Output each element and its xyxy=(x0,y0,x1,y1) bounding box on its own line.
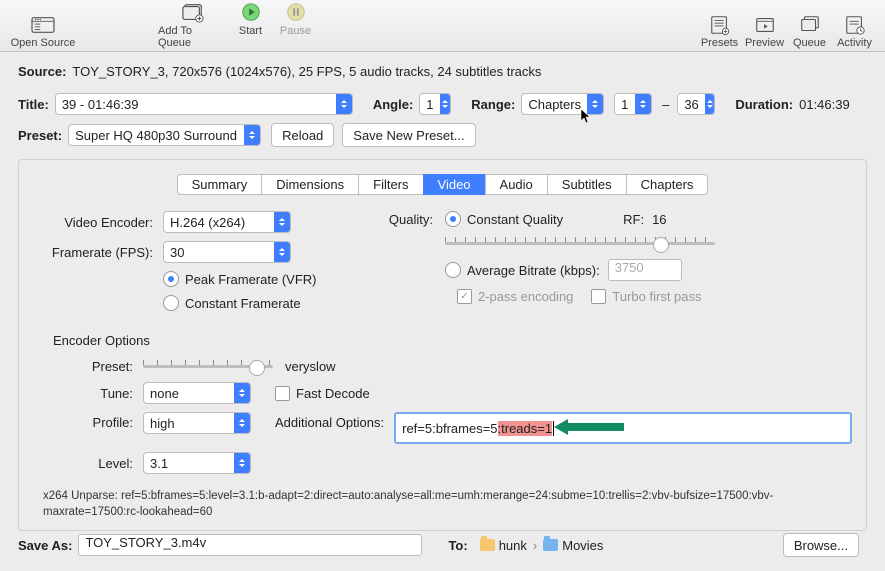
tab-filters[interactable]: Filters xyxy=(358,174,423,195)
peak-framerate-label: Peak Framerate (VFR) xyxy=(185,272,316,287)
level-select[interactable]: 3.1 xyxy=(143,452,251,474)
range-label: Range: xyxy=(471,97,515,112)
open-source-button[interactable]: Open Source xyxy=(8,14,78,49)
additional-options-input[interactable]: ref=5:bframes=5:treads=1 xyxy=(394,412,852,444)
video-encoder-label: Video Encoder: xyxy=(33,215,153,230)
pause-label: Pause xyxy=(280,25,311,37)
two-pass-label: 2-pass encoding xyxy=(478,289,573,304)
open-source-label: Open Source xyxy=(11,37,76,49)
range-type-select[interactable]: Chapters xyxy=(521,93,604,115)
tab-chapters[interactable]: Chapters xyxy=(626,174,709,195)
folder-home-icon xyxy=(480,539,495,551)
path-sep: › xyxy=(533,538,537,553)
angle-label: Angle: xyxy=(373,97,413,112)
title-select[interactable]: 39 - 01:46:39 xyxy=(55,93,353,115)
video-encoder-select[interactable]: H.264 (x264) xyxy=(163,211,291,233)
enc-preset-slider[interactable] xyxy=(143,358,273,374)
source-label: Source: xyxy=(18,64,66,79)
tabs: Summary Dimensions Filters Video Audio S… xyxy=(33,174,852,195)
preset-label: Preset: xyxy=(18,128,62,143)
add-to-queue-button[interactable]: Add To Queue xyxy=(158,2,228,49)
x264-unparse: x264 Unparse: ref=5:bframes=5:level=3.1:… xyxy=(33,488,852,520)
save-as-input[interactable]: TOY_STORY_3.m4v xyxy=(78,534,422,556)
tab-audio[interactable]: Audio xyxy=(485,174,548,195)
preset-select[interactable]: Super HQ 480p30 Surround xyxy=(68,124,261,146)
folder-movies-icon xyxy=(543,539,558,551)
constant-framerate-radio[interactable] xyxy=(163,295,179,311)
queue-label: Queue xyxy=(793,37,826,49)
profile-label: Profile: xyxy=(63,415,133,430)
framerate-select[interactable]: 30 xyxy=(163,241,291,263)
add-queue-label: Add To Queue xyxy=(158,25,228,49)
rf-label: RF: xyxy=(623,212,644,227)
angle-select[interactable]: 1 xyxy=(419,93,451,115)
level-label: Level: xyxy=(63,456,133,471)
turbo-checkbox xyxy=(591,289,606,304)
activity-button[interactable]: Activity xyxy=(832,14,877,49)
source-value: TOY_STORY_3, 720x576 (1024x576), 25 FPS,… xyxy=(72,64,541,79)
preview-label: Preview xyxy=(745,37,784,49)
bitrate-input: 3750 xyxy=(608,259,682,281)
to-label: To: xyxy=(448,538,467,553)
avg-bitrate-radio[interactable] xyxy=(445,262,461,278)
duration-value: 01:46:39 xyxy=(799,97,850,112)
range-from-select[interactable]: 1 xyxy=(614,93,652,115)
presets-button[interactable]: Presets xyxy=(697,14,742,49)
presets-label: Presets xyxy=(701,37,738,49)
peak-framerate-radio[interactable] xyxy=(163,271,179,287)
tab-dimensions[interactable]: Dimensions xyxy=(261,174,359,195)
preview-button[interactable]: Preview xyxy=(742,14,787,49)
path-segment-2[interactable]: Movies xyxy=(562,538,603,553)
constant-quality-radio[interactable] xyxy=(445,211,461,227)
two-pass-checkbox xyxy=(457,289,472,304)
enc-preset-label: Preset: xyxy=(63,359,133,374)
profile-select[interactable]: high xyxy=(143,412,251,434)
tab-video[interactable]: Video xyxy=(423,174,486,195)
activity-label: Activity xyxy=(837,37,872,49)
tab-summary[interactable]: Summary xyxy=(177,174,263,195)
start-label: Start xyxy=(239,25,262,37)
constant-quality-label: Constant Quality xyxy=(467,212,563,227)
tab-subtitles[interactable]: Subtitles xyxy=(547,174,627,195)
addl-options-label: Additional Options: xyxy=(275,415,384,430)
reload-button[interactable]: Reload xyxy=(271,123,334,147)
start-button[interactable]: Start xyxy=(228,2,273,49)
framerate-label: Framerate (FPS): xyxy=(33,245,153,260)
encoder-options-title: Encoder Options xyxy=(53,333,852,348)
title-label: Title: xyxy=(18,97,49,112)
browse-button[interactable]: Browse... xyxy=(783,533,859,557)
range-to-select[interactable]: 36 xyxy=(677,93,715,115)
quality-slider[interactable] xyxy=(445,235,715,251)
turbo-label: Turbo first pass xyxy=(612,289,701,304)
fast-decode-label: Fast Decode xyxy=(296,386,370,401)
range-sep: – xyxy=(662,97,669,112)
duration-label: Duration: xyxy=(735,97,793,112)
fast-decode-checkbox[interactable] xyxy=(275,386,290,401)
save-new-preset-button[interactable]: Save New Preset... xyxy=(342,123,475,147)
tune-label: Tune: xyxy=(63,386,133,401)
path-segment-1[interactable]: hunk xyxy=(499,538,527,553)
save-as-label: Save As: xyxy=(18,538,72,553)
pause-button: Pause xyxy=(273,2,318,49)
constant-framerate-label: Constant Framerate xyxy=(185,296,301,311)
enc-preset-value: veryslow xyxy=(285,359,336,374)
tune-select[interactable]: none xyxy=(143,382,251,404)
queue-button[interactable]: Queue xyxy=(787,14,832,49)
quality-label: Quality: xyxy=(373,212,433,227)
rf-value: 16 xyxy=(652,212,666,227)
avg-bitrate-label: Average Bitrate (kbps): xyxy=(467,263,600,278)
